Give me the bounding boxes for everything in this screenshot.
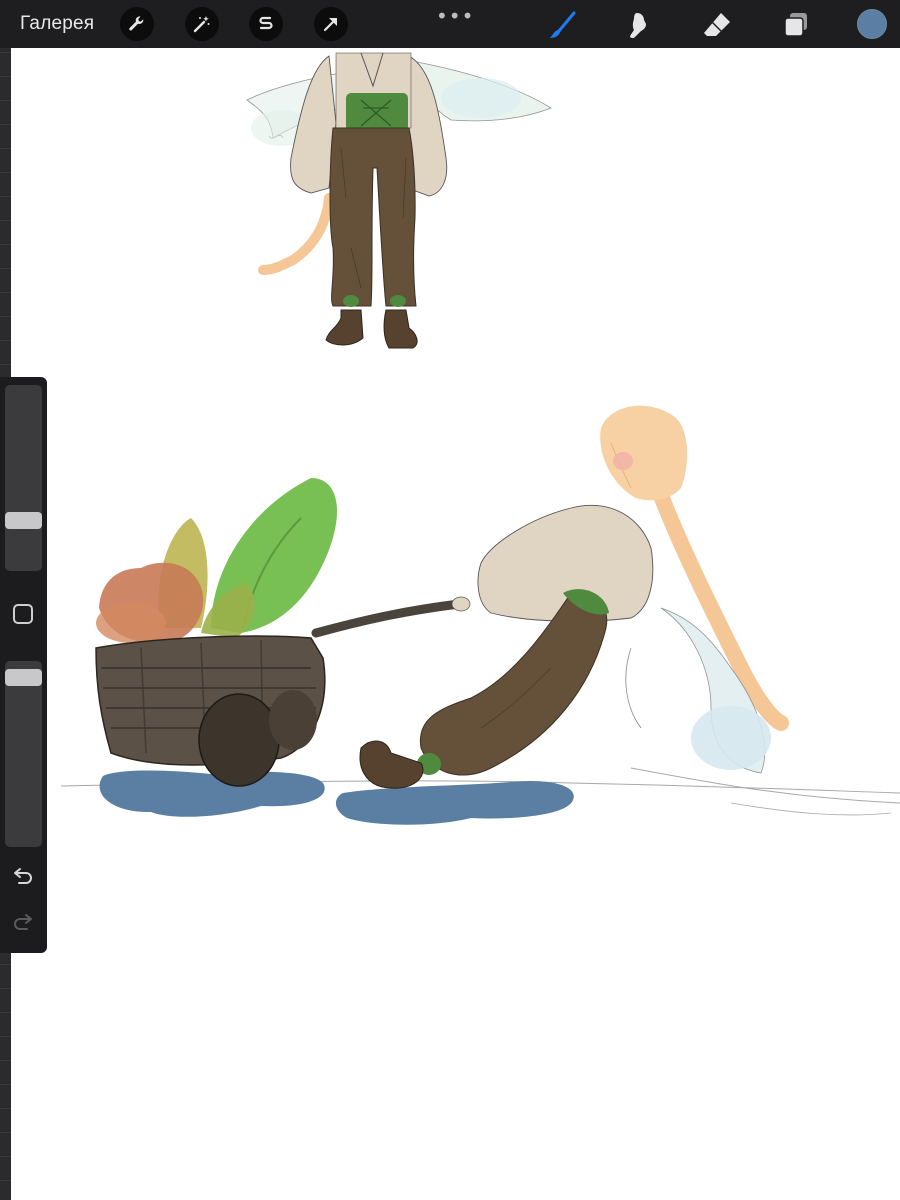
arrow-cursor-icon[interactable] — [314, 7, 348, 41]
pulling-figure — [359, 405, 789, 789]
smudge-finger-icon[interactable] — [622, 8, 656, 42]
square-icon[interactable] — [13, 604, 33, 624]
brush-sidebar — [0, 377, 47, 953]
brush-size-thumb[interactable] — [5, 511, 42, 529]
artwork — [60, 52, 900, 825]
opacity-slider[interactable] — [5, 661, 42, 847]
opacity-thumb[interactable] — [5, 669, 42, 687]
top-toolbar: Галерея ••• — [0, 0, 900, 48]
cart-drawing — [95, 478, 464, 787]
redo-arrow-icon[interactable] — [11, 913, 35, 935]
magic-wand-icon[interactable] — [185, 7, 219, 41]
drawing-canvas[interactable] — [11, 48, 900, 1200]
brush-icon[interactable] — [546, 8, 580, 42]
wrench-icon[interactable] — [120, 7, 154, 41]
standing-figure-sketch — [246, 52, 552, 349]
undo-arrow-icon[interactable] — [11, 867, 35, 889]
eraser-icon[interactable] — [700, 8, 734, 42]
layers-icon[interactable] — [779, 8, 813, 42]
brush-size-slider[interactable] — [5, 385, 42, 571]
gallery-button[interactable]: Галерея — [20, 13, 94, 35]
color-picker-button[interactable] — [857, 9, 887, 39]
more-options-button[interactable]: ••• — [436, 4, 474, 28]
selection-s-icon[interactable] — [249, 7, 283, 41]
